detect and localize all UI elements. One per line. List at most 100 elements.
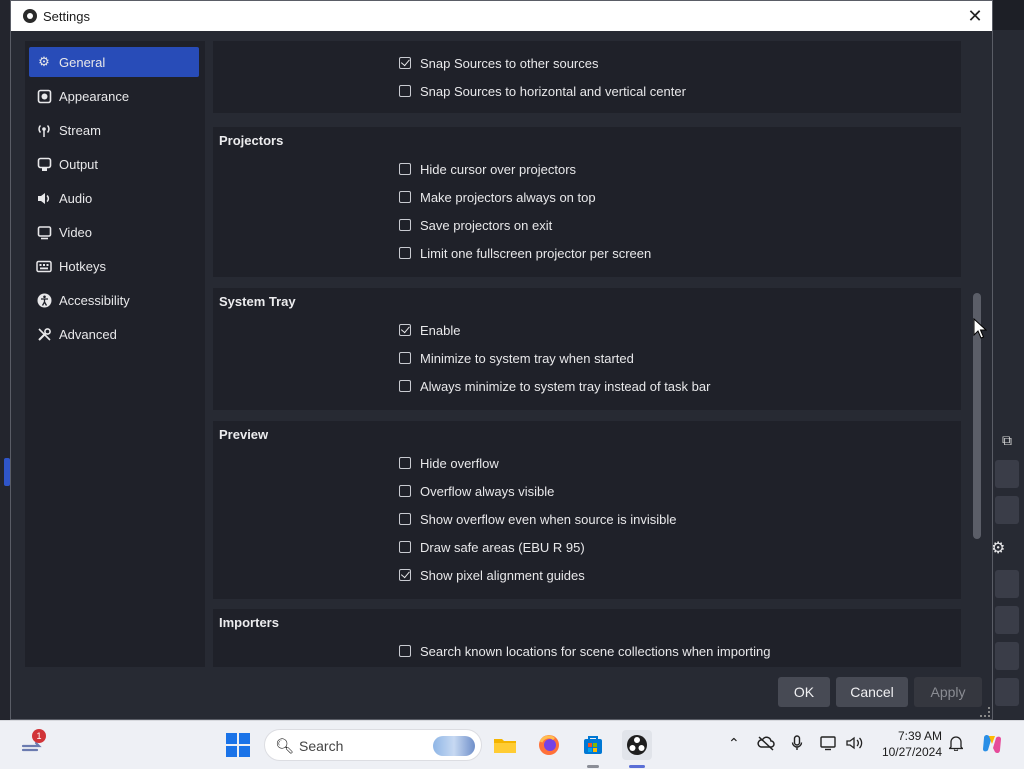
broadcast-icon: [36, 122, 52, 138]
sidebar-item-label: Stream: [59, 122, 101, 138]
sidebar-item-label: General: [59, 54, 106, 70]
checkbox[interactable]: [399, 247, 411, 259]
gear-icon: ⚙: [38, 54, 50, 69]
sidebar-item-label: Accessibility: [59, 292, 130, 308]
checkbox[interactable]: [399, 219, 411, 231]
sidebar-item-stream[interactable]: Stream: [29, 115, 199, 145]
section-title: Projectors: [219, 133, 284, 148]
checkbox-tray-enable[interactable]: Enable: [399, 320, 460, 340]
mouse-cursor-icon: [973, 318, 987, 339]
sidebar-item-label: Advanced: [59, 326, 117, 342]
gear-icon[interactable]: ⚙: [991, 538, 1005, 558]
sidebar-item-general[interactable]: ⚙ General: [29, 47, 199, 77]
section-system-tray: System Tray Enable Minimize to system tr…: [213, 288, 961, 410]
sidebar-item-hotkeys[interactable]: Hotkeys: [29, 251, 199, 281]
window-title: Settings: [43, 9, 90, 24]
checkbox[interactable]: [399, 324, 411, 336]
checkbox-minimize-when-started[interactable]: Minimize to system tray when started: [399, 348, 634, 368]
accessibility-icon: [36, 292, 52, 308]
checkbox-projectors-on-top[interactable]: Make projectors always on top: [399, 187, 596, 207]
checkbox[interactable]: [399, 163, 411, 175]
apply-button[interactable]: Apply: [914, 677, 982, 707]
obs-app-icon: [23, 9, 37, 23]
start-button[interactable]: [226, 733, 250, 757]
dock-popout-icon[interactable]: ⧉: [1002, 432, 1018, 448]
checkbox[interactable]: [399, 541, 411, 553]
keyboard-icon: [36, 258, 52, 274]
checkbox-search-scene-collections[interactable]: Search known locations for scene collect…: [399, 641, 770, 661]
clock-time: 7:39 AM: [897, 729, 942, 743]
sidebar-item-video[interactable]: Video: [29, 217, 199, 247]
volume-icon[interactable]: [846, 735, 864, 754]
sidebar-item-label: Video: [59, 224, 93, 240]
sidebar-item-label: Audio: [59, 190, 93, 206]
checkbox[interactable]: [399, 57, 411, 69]
checkbox[interactable]: [399, 352, 411, 364]
taskbar-search-box[interactable]: 🔍︎ Search: [264, 729, 482, 761]
settings-sidebar: ⚙ General Appearance Stream Output Audio…: [25, 41, 205, 667]
background-panel-block: [995, 496, 1019, 524]
checkbox[interactable]: [399, 85, 411, 97]
chevron-up-icon[interactable]: ⌃: [728, 735, 740, 752]
checkbox-pixel-alignment[interactable]: Show pixel alignment guides: [399, 565, 585, 585]
sidebar-item-audio[interactable]: Audio: [29, 183, 199, 213]
sidebar-item-advanced[interactable]: Advanced: [29, 319, 199, 349]
settings-dialog: Settings ✕ ⚙ General Appearance Stream O…: [10, 0, 993, 720]
sidebar-item-accessibility[interactable]: Accessibility: [29, 285, 199, 315]
notification-bell-icon[interactable]: [947, 735, 965, 754]
microsoft-store-icon[interactable]: [578, 730, 608, 760]
monitor-icon: [36, 224, 52, 240]
background-window-left-edge: [0, 0, 10, 720]
search-icon: 🔍︎: [275, 738, 295, 755]
ok-button[interactable]: OK: [778, 677, 830, 707]
background-panel-block: [995, 606, 1019, 634]
section-projectors: Projectors Hide cursor over projectors M…: [213, 127, 961, 277]
section-title: Importers: [219, 615, 279, 630]
checkbox-overflow-visible[interactable]: Overflow always visible: [399, 481, 554, 501]
search-highlight-icon: [433, 736, 475, 756]
checkbox-safe-areas[interactable]: Draw safe areas (EBU R 95): [399, 537, 585, 557]
sidebar-item-label: Output: [59, 156, 99, 172]
microphone-icon[interactable]: [791, 735, 803, 754]
checkbox[interactable]: [399, 457, 411, 469]
checkbox[interactable]: [399, 513, 411, 525]
sidebar-item-appearance[interactable]: Appearance: [29, 81, 199, 111]
file-explorer-icon[interactable]: [490, 730, 520, 760]
close-button[interactable]: ✕: [964, 5, 986, 27]
network-icon[interactable]: [820, 735, 838, 754]
checkbox[interactable]: [399, 191, 411, 203]
sidebar-item-label: Hotkeys: [59, 258, 106, 274]
search-label: Search: [299, 738, 344, 754]
background-panel-block: [995, 460, 1019, 488]
checkbox-limit-fullscreen[interactable]: Limit one fullscreen projector per scree…: [399, 243, 651, 263]
checkbox-overflow-invisible-source[interactable]: Show overflow even when source is invisi…: [399, 509, 677, 529]
copilot-icon[interactable]: [980, 732, 1004, 759]
sidebar-item-label: Appearance: [59, 88, 130, 104]
checkbox-save-projectors[interactable]: Save projectors on exit: [399, 215, 552, 235]
system-clock[interactable]: 7:39 AM 10/27/2024: [876, 728, 942, 760]
output-icon: [36, 156, 52, 172]
checkbox[interactable]: [399, 380, 411, 392]
section-snapping: Snap Sources to other sources Snap Sourc…: [213, 41, 961, 113]
checkbox[interactable]: [399, 485, 411, 497]
notification-badge: 1: [32, 729, 46, 743]
sidebar-item-output[interactable]: Output: [29, 149, 199, 179]
settings-content: Snap Sources to other sources Snap Sourc…: [209, 41, 971, 667]
firefox-icon[interactable]: [534, 730, 564, 760]
resize-grip-icon[interactable]: [980, 707, 990, 717]
obs-studio-icon[interactable]: [622, 730, 652, 760]
section-preview: Preview Hide overflow Overflow always vi…: [213, 421, 961, 599]
cloud-off-icon[interactable]: [757, 735, 775, 754]
taskbar: 1 🔍︎ Search ⌃ 7:39 AM 10/27/2024: [0, 720, 1024, 769]
checkbox[interactable]: [399, 569, 411, 581]
speaker-icon: [36, 190, 52, 206]
background-window-right-edge: [993, 30, 1024, 720]
cancel-button[interactable]: Cancel: [836, 677, 908, 707]
appearance-icon: [36, 88, 52, 104]
checkbox[interactable]: [399, 645, 411, 657]
checkbox-hide-overflow[interactable]: Hide overflow: [399, 453, 499, 473]
checkbox-hide-cursor[interactable]: Hide cursor over projectors: [399, 159, 576, 179]
checkbox-snap-to-center[interactable]: Snap Sources to horizontal and vertical …: [399, 81, 686, 101]
checkbox-snap-to-sources[interactable]: Snap Sources to other sources: [399, 53, 599, 73]
checkbox-always-minimize-to-tray[interactable]: Always minimize to system tray instead o…: [399, 376, 710, 396]
